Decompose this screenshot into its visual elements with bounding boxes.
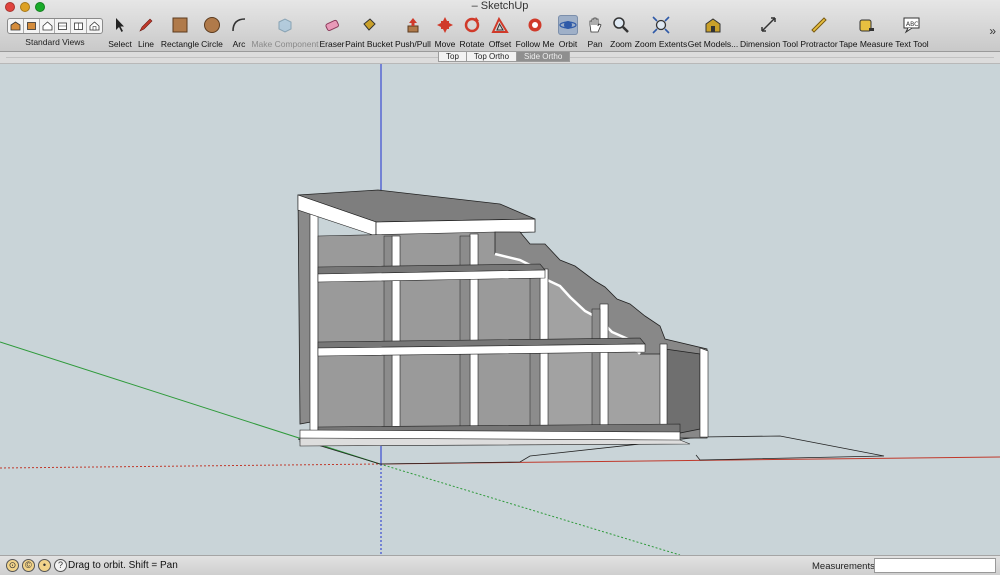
top-view-icon[interactable] — [24, 19, 40, 33]
svg-text:ABC: ABC — [906, 21, 918, 28]
model-canvas — [0, 64, 1000, 555]
right-end-panel — [664, 348, 701, 437]
drawing-viewport[interactable] — [0, 64, 1000, 555]
tape-measure-icon — [856, 15, 876, 35]
back-panel — [317, 231, 541, 437]
tool-dimension-button[interactable]: Dimension Tool — [740, 14, 798, 50]
tool-offset-label: Offset — [488, 39, 512, 49]
component-icon — [275, 15, 295, 35]
status-message: Drag to orbit. Shift = Pan — [68, 560, 178, 571]
main-toolbar: Standard Views Select Line Rectangle Circle… — [0, 14, 1000, 50]
green-axis-dotted — [379, 463, 681, 555]
tab-top-ortho[interactable]: Top Ortho — [465, 51, 517, 62]
measurements-label: Measurements — [812, 561, 875, 572]
geo-location-icon[interactable]: ⊙ — [6, 559, 19, 572]
iso-view-icon[interactable] — [8, 19, 24, 33]
scene-tabs: Top Top Ortho Side Ortho — [438, 51, 571, 62]
window-title: – SketchUp — [471, 0, 529, 12]
tool-paint-bucket-label: Paint Bucket — [345, 39, 393, 49]
measurements-input[interactable] — [874, 558, 996, 573]
status-icons: ⊙ © • ? — [6, 559, 67, 572]
tool-line-label: Line — [137, 39, 155, 49]
arc-icon — [229, 15, 249, 35]
tool-get-models-button[interactable]: Get Models... — [688, 14, 738, 50]
tool-eraser-label: Eraser — [319, 39, 345, 49]
red-axis-dotted — [0, 463, 381, 469]
toolbar-overflow-icon[interactable]: » — [989, 24, 996, 38]
right-end-front — [699, 347, 709, 438]
tool-text-button[interactable]: ABC Text Tool — [890, 14, 934, 50]
dimension-icon — [759, 15, 779, 35]
tool-make-component-button[interactable]: Make Component — [251, 14, 319, 50]
tool-protractor-button[interactable]: Protractor — [797, 14, 841, 50]
tool-protractor-label: Protractor — [800, 39, 838, 49]
tab-top[interactable]: Top — [438, 51, 466, 62]
user-icon[interactable]: • — [38, 559, 51, 572]
tool-arc-label: Arc — [232, 39, 246, 49]
warehouse-icon — [703, 15, 723, 35]
tab-side-ortho[interactable]: Side Ortho — [516, 51, 571, 62]
window-chrome: – SketchUp Standard Views Select Line Rec — [0, 0, 1000, 52]
standard-views-label: Standard Views — [25, 37, 85, 47]
zoom-extents-icon — [651, 15, 671, 35]
offset-icon — [490, 15, 510, 35]
left-wall-front — [309, 211, 319, 435]
tool-tape-measure-button[interactable]: Tape Measure — [839, 14, 893, 50]
tool-tape-measure-label: Tape Measure — [839, 39, 893, 49]
right-view-icon[interactable] — [55, 19, 72, 33]
back-view-icon[interactable] — [71, 19, 88, 33]
tool-make-component-label: Make Component — [251, 39, 319, 49]
help-icon[interactable]: ? — [54, 559, 67, 572]
tool-zoom-extents-label: Zoom Extents — [634, 39, 688, 49]
rectangle-icon — [170, 15, 190, 35]
tool-dimension-label: Dimension Tool — [740, 39, 798, 49]
paint-bucket-icon — [359, 15, 379, 35]
protractor-icon — [809, 15, 829, 35]
front-view-icon[interactable] — [40, 19, 56, 33]
push-pull-icon — [403, 15, 423, 35]
follow-me-icon — [525, 15, 545, 35]
eraser-icon — [322, 15, 342, 35]
tool-get-models-label: Get Models... — [687, 39, 739, 49]
pencil-icon — [136, 15, 156, 35]
tool-zoom-extents-button[interactable]: Zoom Extents — [635, 14, 687, 50]
tool-paint-bucket-button[interactable]: Paint Bucket — [345, 14, 393, 50]
standard-views-group — [7, 18, 103, 34]
tool-text-label: Text Tool — [895, 39, 929, 49]
status-bar: ⊙ © • ? Drag to orbit. Shift = Pan Measu… — [0, 555, 1000, 575]
text-tool-icon: ABC — [902, 15, 922, 35]
magnifier-icon — [611, 15, 631, 35]
credits-icon[interactable]: © — [22, 559, 35, 572]
tool-zoom-label: Zoom — [610, 39, 632, 49]
